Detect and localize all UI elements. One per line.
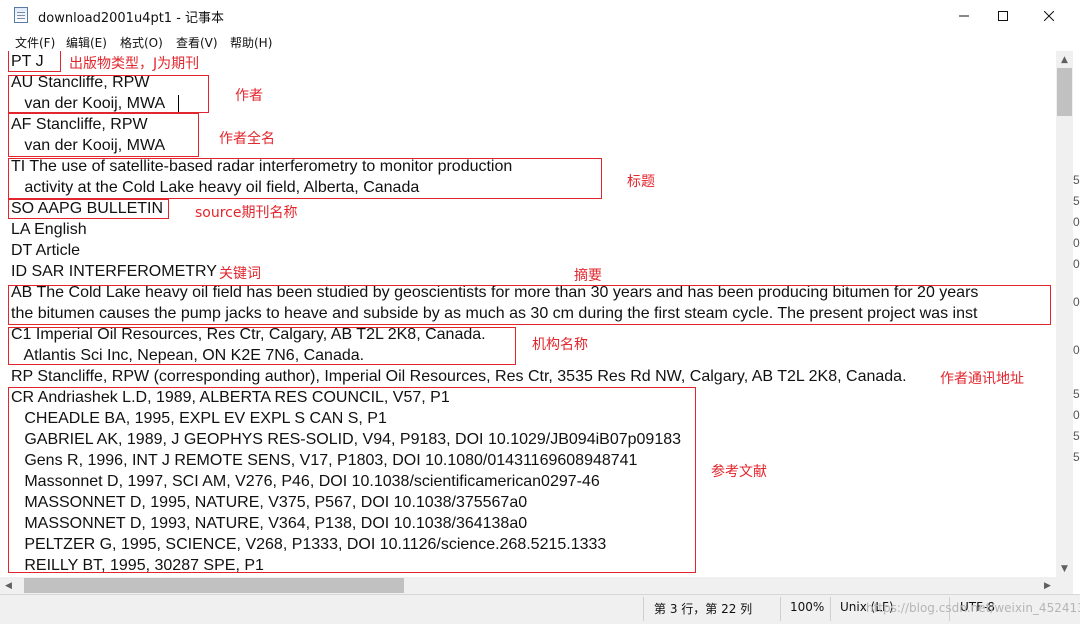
annotation-ab: 摘要 <box>574 268 602 284</box>
edge-digit: 5 <box>1073 194 1080 208</box>
watermark-text: https://blog.csdn.net/weixin_45241388 <box>866 601 1080 615</box>
annotation-id: 关键词 <box>219 266 261 282</box>
highlight-box-so <box>8 199 169 219</box>
highlight-box-c1 <box>8 327 516 365</box>
status-divider <box>830 597 831 621</box>
annotation-c1: 机构名称 <box>532 337 588 353</box>
text-line: DT Article <box>11 242 81 259</box>
annotation-cr: 参考文献 <box>711 464 767 480</box>
minimize-icon <box>959 15 969 16</box>
menu-file[interactable]: 文件(F) <box>15 34 55 51</box>
highlight-box-ab <box>8 285 1051 325</box>
annotation-pt: 出版物类型，J为期刊 <box>69 56 200 72</box>
adjacent-window-edge: 5 5 0 0 0 0 0 5 0 5 5 <box>1073 51 1080 594</box>
maximize-icon <box>998 10 1008 21</box>
edge-digit: 0 <box>1073 408 1080 422</box>
vertical-scroll-thumb[interactable] <box>1057 68 1072 116</box>
menu-bar: 文件(F) 编辑(E) 格式(O) 查看(V) 帮助(H) <box>0 31 1080 52</box>
edge-digit: 0 <box>1073 215 1080 229</box>
text-line: LA English <box>11 221 87 238</box>
edge-digit: 0 <box>1073 236 1080 250</box>
window-title: download2001u4pt1 - 记事本 <box>38 11 225 26</box>
edge-digit: 5 <box>1073 429 1080 443</box>
status-divider <box>780 597 781 621</box>
highlight-box-au <box>8 75 209 113</box>
annotation-rp: 作者通讯地址 <box>940 371 1024 387</box>
notepad-icon <box>14 7 28 23</box>
annotation-af: 作者全名 <box>219 131 275 147</box>
highlight-box-pt <box>8 51 61 72</box>
menu-edit[interactable]: 编辑(E) <box>66 34 107 51</box>
status-bar: 第 3 行，第 22 列 100% Unix (LF) UTF-8 https:… <box>0 594 1080 624</box>
menu-format[interactable]: 格式(O) <box>120 34 163 51</box>
edge-digit: 5 <box>1073 450 1080 464</box>
highlight-box-cr <box>8 387 696 573</box>
close-icon <box>1044 10 1054 21</box>
horizontal-scrollbar[interactable]: ◀ ▶ <box>0 577 1056 594</box>
edge-digit: 0 <box>1073 257 1080 271</box>
menu-view[interactable]: 查看(V) <box>176 34 218 51</box>
scroll-right-icon[interactable]: ▶ <box>1039 577 1056 594</box>
highlight-box-af <box>8 113 199 157</box>
cursor-position: 第 3 行，第 22 列 <box>654 602 753 616</box>
edge-digit: 5 <box>1073 173 1080 187</box>
annotation-so: source期刊名称 <box>195 205 298 221</box>
title-bar: download2001u4pt1 - 记事本 <box>0 0 1080 31</box>
text-editor[interactable]: PT J AU Stancliffe, RPW van der Kooij, M… <box>0 51 1056 577</box>
status-divider <box>643 597 644 621</box>
annotation-ti: 标题 <box>627 174 655 190</box>
edge-digit: 0 <box>1073 343 1080 357</box>
annotation-au: 作者 <box>235 88 263 104</box>
zoom-level: 100% <box>790 600 825 614</box>
vertical-scrollbar[interactable]: ▲ ▼ <box>1056 51 1073 577</box>
scroll-left-icon[interactable]: ◀ <box>0 577 17 594</box>
scrollbar-corner <box>1056 577 1073 594</box>
scroll-down-icon[interactable]: ▼ <box>1056 560 1073 577</box>
highlight-box-ti <box>8 158 602 199</box>
menu-help[interactable]: 帮助(H) <box>230 34 272 51</box>
close-button[interactable] <box>1026 0 1072 31</box>
horizontal-scroll-thumb[interactable] <box>24 578 404 593</box>
edge-digit: 0 <box>1073 295 1080 309</box>
text-line: RP Stancliffe, RPW (corresponding author… <box>11 368 907 385</box>
edge-digit: 5 <box>1073 387 1080 401</box>
maximize-button[interactable] <box>980 0 1026 31</box>
text-line: ID SAR INTERFEROMETRY <box>11 263 217 280</box>
scroll-up-icon[interactable]: ▲ <box>1056 51 1073 68</box>
